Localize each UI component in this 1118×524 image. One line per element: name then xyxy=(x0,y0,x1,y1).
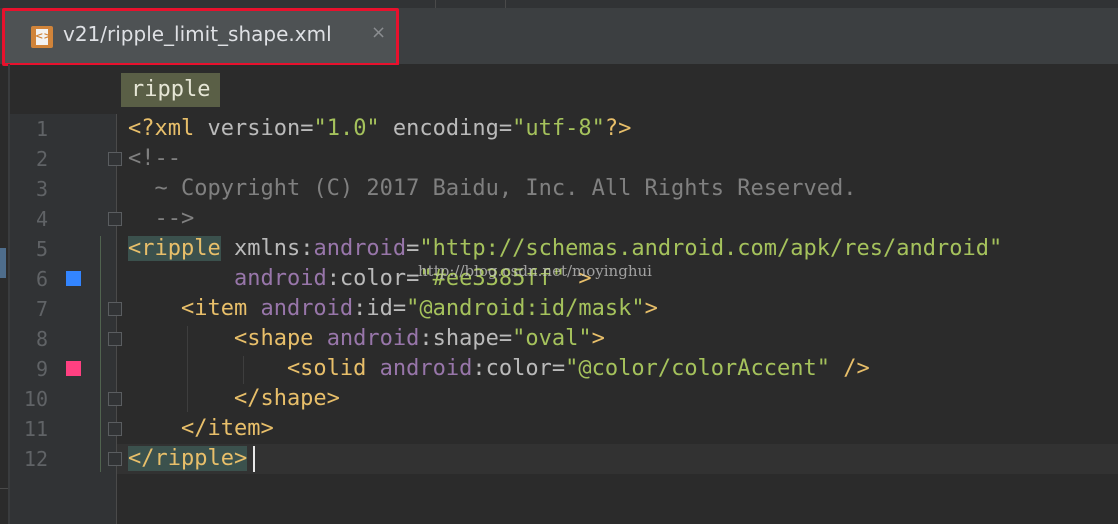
fold-end-icon[interactable] xyxy=(108,452,122,466)
code-token: = xyxy=(406,236,420,261)
editor-tab-active[interactable]: <> v21/ripple_limit_shape.xml × xyxy=(2,8,399,66)
scope-guide xyxy=(100,236,101,472)
toolbar-divider xyxy=(435,0,436,8)
code-line[interactable]: 5 <ripple xmlns:android="http://schemas.a… xyxy=(0,234,1118,264)
code-token: ?> xyxy=(604,116,632,141)
color-swatch-icon[interactable] xyxy=(66,271,81,286)
line-number: 7 xyxy=(35,297,48,321)
code-token: "@color/colorAccent" xyxy=(565,356,831,381)
line-number: 6 xyxy=(35,267,48,291)
code-token: ~ Copyright (C) 2017 Baidu, Inc. All Rig… xyxy=(128,176,857,201)
code-token: --> xyxy=(128,206,195,231)
code-token: <? xyxy=(128,116,155,141)
code-token: <shape xyxy=(128,326,327,351)
line-text: </item> xyxy=(128,414,274,444)
code-token: = xyxy=(300,116,314,141)
code-token: </shape> xyxy=(128,386,340,411)
indent-guide xyxy=(243,356,244,384)
code-token: :shape= xyxy=(419,326,513,351)
code-line[interactable]: 9 <solid android:color="@color/colorAcce… xyxy=(0,354,1118,384)
code-line[interactable]: 11 </item> xyxy=(0,414,1118,444)
xml-file-icon: <> xyxy=(31,26,53,48)
code-token: <!-- xyxy=(128,146,181,171)
code-token: :id= xyxy=(353,296,407,321)
code-line[interactable]: 2 <!-- xyxy=(0,144,1118,174)
editor-tab-bar: <> v21/ripple_limit_shape.xml × xyxy=(0,8,1118,66)
code-line[interactable]: 12 </ripple> xyxy=(0,444,1118,474)
line-text: <solid android:color="@color/colorAccent… xyxy=(128,354,870,384)
watermark: http://blog.csdn.net/moyinghui xyxy=(418,262,652,280)
toolbar-divider xyxy=(505,0,506,8)
line-text: <?xml version="1.0" encoding="utf-8"?> xyxy=(128,114,631,144)
breadcrumb-ripple[interactable]: ripple xyxy=(121,73,221,107)
code-token: = xyxy=(498,116,513,141)
code-line[interactable]: 1 <?xml version="1.0" encoding="utf-8"?> xyxy=(0,114,1118,144)
code-token: :color= xyxy=(472,356,566,381)
close-tab-icon[interactable]: × xyxy=(371,22,386,43)
code-token: > xyxy=(591,326,605,351)
code-token: android xyxy=(260,296,354,321)
line-number: 10 xyxy=(23,387,48,411)
code-token: <ripple xyxy=(128,236,221,261)
code-token: </ripple> xyxy=(128,446,248,471)
text-cursor xyxy=(253,446,255,472)
code-line[interactable]: 4 --> xyxy=(0,204,1118,234)
line-number: 1 xyxy=(35,117,48,141)
line-number: 12 xyxy=(23,447,48,471)
line-number: 9 xyxy=(35,357,48,381)
window-edge-tick xyxy=(0,488,8,489)
code-line[interactable]: 8 <shape android:shape="oval"> xyxy=(0,324,1118,354)
code-token: "1.0" xyxy=(313,116,380,141)
line-number: 4 xyxy=(35,207,48,231)
code-line[interactable]: 7 <item android:id="@android:id/mask"> xyxy=(0,294,1118,324)
code-token: xml xyxy=(154,116,208,141)
code-token: "utf-8" xyxy=(512,116,605,141)
code-token: version xyxy=(207,116,301,141)
line-text: ~ Copyright (C) 2017 Baidu, Inc. All Rig… xyxy=(128,174,856,204)
line-text: <shape android:shape="oval"> xyxy=(128,324,605,354)
code-line[interactable]: 10 </shape> xyxy=(0,384,1118,414)
indent-guide xyxy=(187,326,188,412)
code-token: android xyxy=(326,326,420,351)
code-token: /> xyxy=(830,356,870,381)
fold-toggle-icon[interactable] xyxy=(108,332,122,346)
code-token: <solid xyxy=(128,356,380,381)
code-token: "http://schemas.android.com/apk/res/andr… xyxy=(419,236,1003,261)
code-token: android xyxy=(379,356,473,381)
fold-toggle-icon[interactable] xyxy=(108,152,122,166)
code-token: <item xyxy=(128,296,261,321)
line-text: </shape> xyxy=(128,384,340,414)
line-number: 2 xyxy=(35,147,48,171)
code-token: </item> xyxy=(128,416,274,441)
line-number: 8 xyxy=(35,327,48,351)
color-swatch-icon[interactable] xyxy=(66,361,81,376)
code-token: android xyxy=(313,236,407,261)
line-text: <item android:id="@android:id/mask"> xyxy=(128,294,658,324)
line-text: </ripple> xyxy=(128,444,248,474)
code-line[interactable]: 3 ~ Copyright (C) 2017 Baidu, Inc. All R… xyxy=(0,174,1118,204)
fold-toggle-icon[interactable] xyxy=(108,302,122,316)
code-token: encoding xyxy=(379,116,499,141)
top-toolbar-strip xyxy=(0,0,1118,8)
code-token: android xyxy=(233,266,327,291)
tab-title: v21/ripple_limit_shape.xml xyxy=(63,22,332,46)
line-number: 11 xyxy=(23,417,48,441)
line-text: <ripple xmlns:android="http://schemas.an… xyxy=(128,234,1002,264)
fold-end-icon[interactable] xyxy=(108,422,122,436)
line-text: <!-- xyxy=(128,144,181,174)
code-token: : xyxy=(300,236,314,261)
line-text: --> xyxy=(128,204,194,234)
line-number: 3 xyxy=(35,177,48,201)
code-token: :color= xyxy=(326,266,420,291)
fold-end-icon[interactable] xyxy=(108,212,122,226)
code-token: "oval" xyxy=(512,326,592,351)
code-token: "@android:id/mask" xyxy=(406,296,645,321)
code-token: xmlns xyxy=(220,236,301,261)
code-token: > xyxy=(644,296,658,321)
line-number: 5 xyxy=(35,237,48,261)
fold-end-icon[interactable] xyxy=(108,392,122,406)
